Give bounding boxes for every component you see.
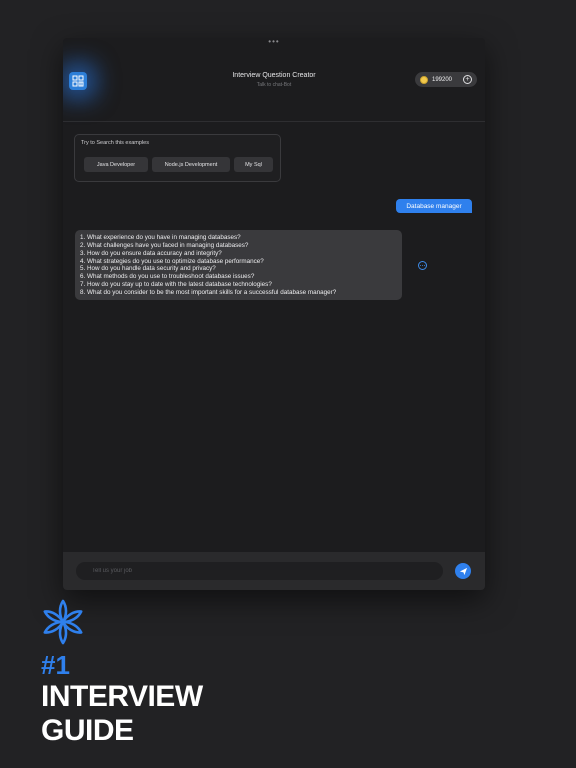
example-chip-mysql[interactable]: My Sql xyxy=(234,157,273,172)
app-window: ••• Interview Question Creator Talk to c… xyxy=(63,38,485,590)
add-coins-icon[interactable]: + xyxy=(463,75,472,84)
examples-panel: Try to Search this examples Java Develop… xyxy=(74,134,281,182)
example-chip-nodejs[interactable]: Node.js Development xyxy=(152,157,230,172)
coin-balance[interactable]: 199200 + xyxy=(415,72,477,87)
bot-line: 8. What do you consider to be the most i… xyxy=(80,288,337,296)
status-bar: ••• xyxy=(63,38,485,48)
bot-line: 2. What challenges have you faced in man… xyxy=(80,241,249,249)
promo-headline-2: GUIDE xyxy=(41,714,134,747)
bot-message: 1. What experience do you have in managi… xyxy=(75,230,402,300)
bot-line: 7. How do you stay up to date with the l… xyxy=(80,281,272,289)
multitask-dots-icon[interactable]: ••• xyxy=(268,38,279,46)
coin-count: 199200 xyxy=(432,76,453,83)
composer-bar xyxy=(63,552,485,590)
send-button[interactable] xyxy=(455,563,471,579)
bot-line: 4. What strategies do you use to optimiz… xyxy=(80,257,264,265)
bot-line: 3. How do you ensure data accuracy and i… xyxy=(80,249,222,257)
job-input[interactable] xyxy=(76,562,443,580)
user-message: Database manager xyxy=(396,199,472,213)
bot-line: 5. How do you handle data security and p… xyxy=(80,265,216,273)
promo-headline-1: INTERVIEW xyxy=(41,680,203,713)
send-icon xyxy=(459,567,467,575)
message-options-icon[interactable] xyxy=(418,261,427,270)
asterisk-logo-icon xyxy=(43,599,83,645)
coin-icon xyxy=(420,75,428,84)
bot-line: 6. What methods do you use to troublesho… xyxy=(80,273,255,281)
promo-rank: #1 xyxy=(41,650,70,680)
bot-line: 1. What experience do you have in managi… xyxy=(80,234,241,241)
examples-title: Try to Search this examples xyxy=(81,140,149,146)
app-header: Interview Question Creator Talk to chat-… xyxy=(63,48,485,122)
example-chip-java[interactable]: Java Developer xyxy=(84,157,148,172)
